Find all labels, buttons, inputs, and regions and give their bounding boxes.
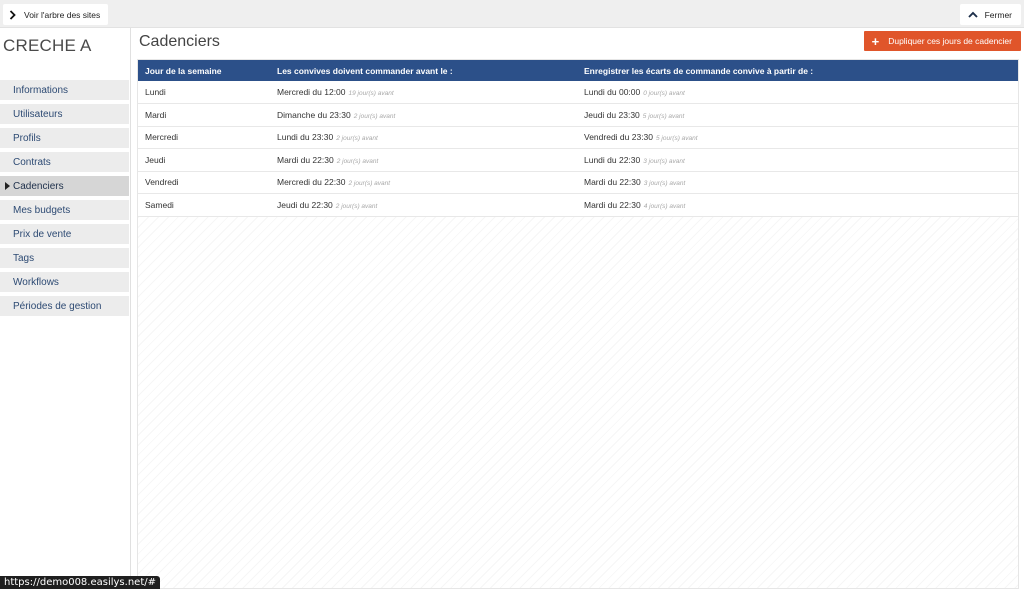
day-text: Vendredi — [145, 177, 179, 188]
close-button[interactable]: Fermer — [959, 4, 1021, 25]
table-row: Lundi Mercredi du 12:00 19 jour(s) avant Lu… — [138, 81, 1018, 104]
cell-day: Mercredi — [138, 126, 270, 149]
sidebar-item-8[interactable]: Workflows — [0, 272, 129, 292]
order-days-note: 2 jour(s) avant — [353, 112, 396, 120]
order-time: Dimanche du 23:30 — [277, 109, 351, 120]
cell-day: Mardi — [138, 104, 270, 127]
plus-icon: + — [871, 33, 880, 49]
table-row: Jeudi Mardi du 22:30 2 jour(s) avant Lundi … — [138, 148, 1018, 172]
cell-day: Vendredi — [138, 171, 270, 194]
status-bar-url: https://demo008.easilys.net/# — [0, 576, 160, 589]
cell-order-before: Dimanche du 23:30 2 jour(s) avant — [270, 104, 577, 127]
cell-record-from: Mardi du 22:30 4 jour(s) avant — [577, 194, 1018, 217]
sidebar-item-label: Tags — [13, 252, 35, 264]
record-days-note: 4 jour(s) avant — [643, 202, 686, 210]
sidebar-item-4[interactable]: Cadenciers — [0, 176, 129, 196]
sidebar-item-label: Périodes de gestion — [13, 300, 102, 312]
cell-day: Lundi — [138, 81, 270, 104]
table-row: Mardi Dimanche du 23:30 2 jour(s) avant Jeu… — [138, 103, 1018, 127]
sidebar-item-label: Mes budgets — [13, 204, 71, 216]
sidebar-item-label: Prix de vente — [13, 228, 72, 240]
site-tree-button[interactable]: Voir l'arbre des sites — [3, 4, 109, 25]
table-row: Vendredi Mercredi du 22:30 2 jour(s) avant… — [138, 171, 1018, 194]
cell-order-before: Lundi du 23:30 2 jour(s) avant — [270, 126, 577, 149]
duplicate-button[interactable]: + Dupliquer ces jours de cadencier — [863, 31, 1021, 51]
sidebar-item-2[interactable]: Profils — [0, 128, 129, 148]
order-days-note: 19 jour(s) avant — [348, 90, 394, 97]
main-content: Cadenciers + Dupliquer ces jours de cade… — [131, 28, 1024, 589]
sidebar-item-0[interactable]: Informations — [0, 80, 129, 100]
cell-record-from: Lundi du 00:00 0 jour(s) avant — [577, 81, 1018, 104]
sidebar-nav: Informations Utilisateurs Profils Contrats C… — [0, 80, 129, 320]
record-time: Vendredi du 23:30 — [584, 132, 654, 143]
cell-order-before: Mardi du 22:30 2 jour(s) avant — [270, 149, 577, 172]
page-title: Cadenciers — [139, 33, 220, 50]
sidebar-item-label: Profils — [13, 132, 41, 144]
table-row: Mercredi Lundi du 23:30 2 jour(s) avant Ven… — [138, 126, 1018, 149]
record-time: Mardi du 22:30 — [584, 177, 641, 188]
record-time: Jeudi du 23:30 — [584, 109, 640, 120]
order-days-note: 2 jour(s) avant — [336, 135, 378, 143]
order-days-note: 2 jour(s) avant — [348, 180, 391, 188]
order-time: Mercredi du 12:00 — [277, 87, 346, 97]
column-header-day: Jour de la semaine — [145, 65, 222, 76]
active-arrow-icon — [5, 182, 10, 190]
sidebar-item-label: Informations — [13, 84, 69, 96]
cell-order-before: Mercredi du 22:30 2 jour(s) avant — [270, 171, 577, 194]
sidebar-item-label: Cadenciers — [13, 180, 64, 192]
record-days-note: 3 jour(s) avant — [643, 157, 685, 165]
sidebar-item-1[interactable]: Utilisateurs — [0, 104, 129, 124]
sidebar-item-label: Workflows — [13, 276, 59, 288]
sidebar-item-5[interactable]: Mes budgets — [0, 200, 129, 220]
table-row: Samedi Jeudi du 22:30 2 jour(s) avant Mardi… — [138, 193, 1018, 217]
sidebar-item-9[interactable]: Périodes de gestion — [0, 296, 129, 316]
sidebar-item-label: Contrats — [13, 156, 51, 168]
order-days-note: 2 jour(s) avant — [335, 202, 378, 210]
cell-day: Jeudi — [138, 149, 270, 172]
order-time: Jeudi du 22:30 — [277, 199, 333, 210]
site-name: CRECHE A — [3, 36, 92, 55]
column-header-record-from: Enregistrer les écarts de commande convi… — [584, 65, 814, 76]
day-text: Mercredi — [145, 132, 179, 143]
sidebar-item-6[interactable]: Prix de vente — [0, 224, 129, 244]
day-text: Lundi — [145, 87, 166, 97]
sidebar-item-3[interactable]: Contrats — [0, 152, 129, 172]
top-bar: Voir l'arbre des sites Fermer — [0, 0, 1024, 28]
cadencier-table-container: Jour de la semaine Les convives doivent … — [137, 59, 1019, 589]
chevron-up-icon — [967, 11, 978, 18]
record-time: Lundi du 00:00 — [584, 87, 641, 97]
record-days-note: 5 jour(s) avant — [656, 135, 698, 143]
sidebar-item-label: Utilisateurs — [13, 108, 63, 120]
duplicate-label: Dupliquer ces jours de cadencier — [888, 36, 1012, 46]
day-text: Mardi — [145, 109, 167, 120]
column-header-order-before: Les convives doivent commander avant le … — [277, 65, 453, 76]
record-time: Mardi du 22:30 — [584, 199, 641, 210]
order-time: Mardi du 22:30 — [277, 154, 334, 165]
cell-record-from: Lundi du 22:30 3 jour(s) avant — [577, 149, 1018, 172]
chevron-right-icon — [9, 9, 16, 20]
day-text: Jeudi — [145, 154, 166, 165]
table-header-row: Jour de la semaine Les convives doivent … — [138, 60, 1018, 81]
record-days-note: 3 jour(s) avant — [643, 180, 686, 188]
record-time: Lundi du 22:30 — [584, 154, 641, 165]
cell-order-before: Mercredi du 12:00 19 jour(s) avant — [270, 81, 577, 104]
cadencier-table: Jour de la semaine Les convives doivent … — [138, 60, 1018, 217]
site-tree-label: Voir l'arbre des sites — [24, 9, 101, 20]
cell-record-from: Vendredi du 23:30 5 jour(s) avant — [577, 126, 1018, 149]
order-time: Mercredi du 22:30 — [277, 177, 346, 188]
close-label: Fermer — [984, 9, 1012, 20]
sidebar-item-7[interactable]: Tags — [0, 248, 129, 268]
cell-order-before: Jeudi du 22:30 2 jour(s) avant — [270, 194, 577, 217]
order-time: Lundi du 23:30 — [277, 132, 334, 143]
cell-record-from: Mardi du 22:30 3 jour(s) avant — [577, 171, 1018, 194]
record-days-note: 5 jour(s) avant — [642, 112, 685, 120]
cell-day: Samedi — [138, 194, 270, 217]
cell-record-from: Jeudi du 23:30 5 jour(s) avant — [577, 104, 1018, 127]
order-days-note: 2 jour(s) avant — [336, 157, 379, 165]
day-text: Samedi — [145, 199, 174, 210]
record-days-note: 0 jour(s) avant — [643, 90, 685, 97]
